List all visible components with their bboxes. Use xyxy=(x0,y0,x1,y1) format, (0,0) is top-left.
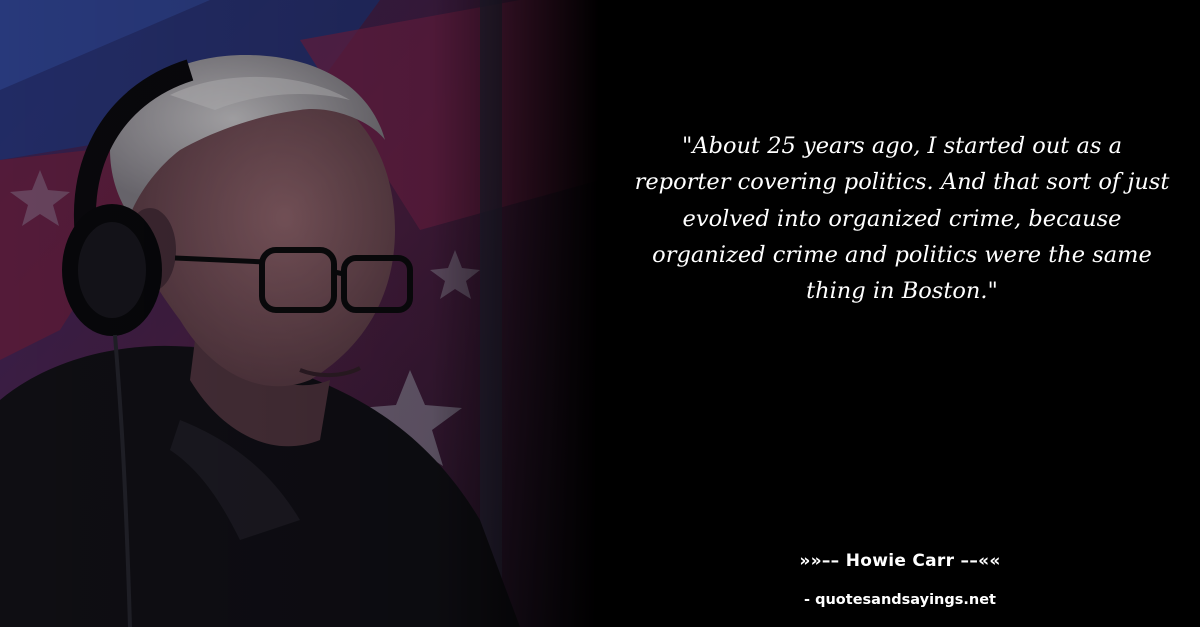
portrait-illustration xyxy=(0,0,600,627)
source-credit: - quotesandsayings.net xyxy=(804,592,996,608)
portrait-photo xyxy=(0,0,600,627)
quote-text: "About 25 years ago, I started out as a … xyxy=(634,133,1170,305)
quote-author: »»–– Howie Carr ––«« xyxy=(799,551,1001,571)
